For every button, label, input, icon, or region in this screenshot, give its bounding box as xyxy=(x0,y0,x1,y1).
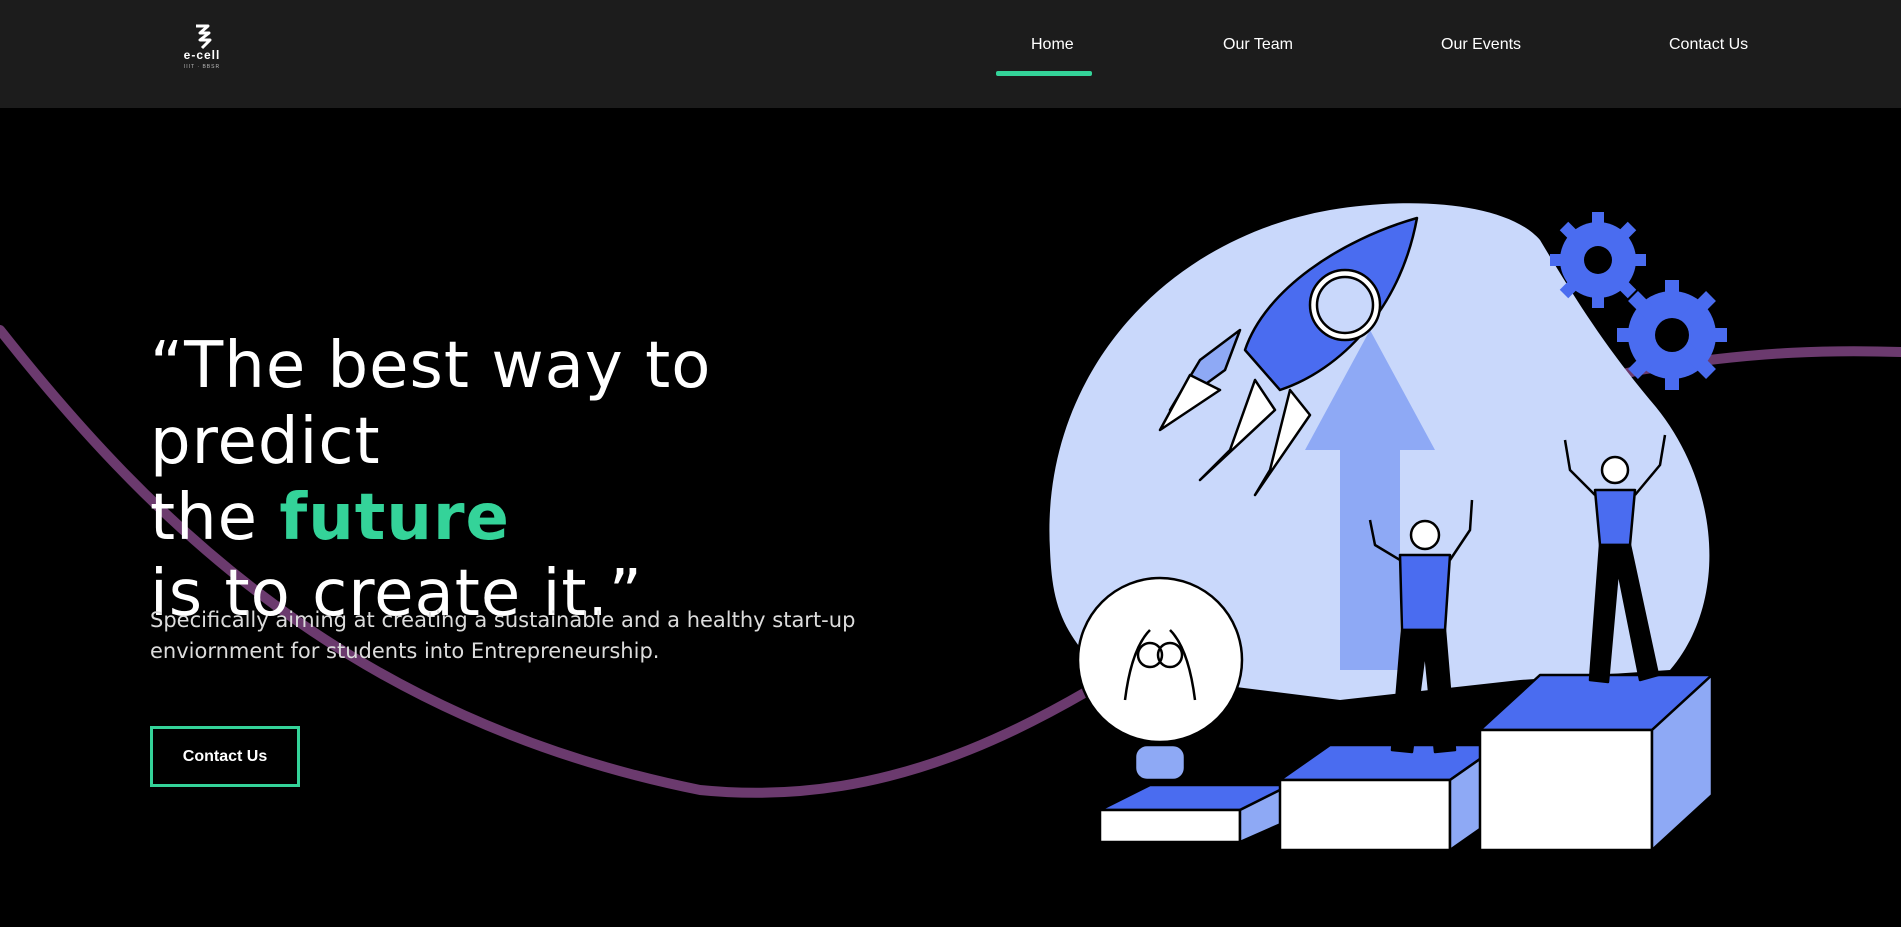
hero-quote: “The best way to predict the future is t… xyxy=(150,328,910,632)
contact-us-button[interactable]: Contact Us xyxy=(150,726,300,787)
hero-description: Specifically aiming at creating a sustai… xyxy=(150,608,856,663)
lightbulb-icon xyxy=(1076,576,1244,782)
quote-line-2-prefix: the xyxy=(150,481,280,555)
startup-illustration xyxy=(1049,203,1727,852)
gear-icon xyxy=(1550,212,1646,308)
hero-quote-block: “The best way to predict the future is t… xyxy=(150,328,910,632)
quote-line-1: “The best way to predict xyxy=(150,329,712,479)
gear-icon-large xyxy=(1617,280,1727,390)
quote-highlight-future: future xyxy=(279,481,510,555)
